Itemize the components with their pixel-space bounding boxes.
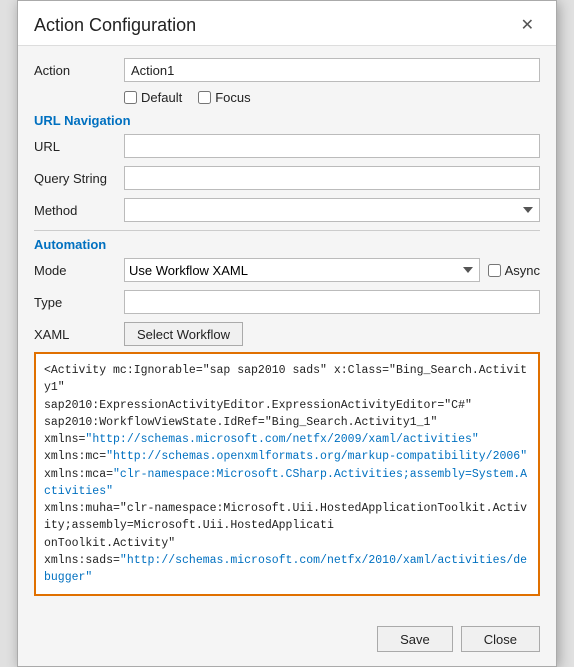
url-row: URL: [34, 134, 540, 158]
title-bar: Action Configuration ✕: [18, 1, 556, 46]
query-string-input[interactable]: [124, 166, 540, 190]
xaml-line4: xmlns="http://schemas.microsoft.com/netf…: [44, 433, 479, 446]
focus-checkbox[interactable]: [198, 91, 211, 104]
default-checkbox-item: Default: [124, 90, 182, 105]
save-button[interactable]: Save: [377, 626, 453, 652]
async-label: Async: [505, 263, 540, 278]
xaml-row: XAML Select Workflow: [34, 322, 540, 346]
dialog-content: Action Default Focus URL Navigation URL …: [18, 46, 556, 618]
xaml-line1: <Activity mc:Ignorable="sap sap2010 sads…: [44, 364, 527, 394]
async-checkbox-item: Async: [488, 263, 540, 278]
action-row: Action: [34, 58, 540, 82]
query-string-label: Query String: [34, 171, 124, 186]
url-navigation-header: URL Navigation: [34, 113, 540, 128]
mode-select-wrap: Use Workflow XAML JavaScript None Async: [124, 258, 540, 282]
xaml-line6: xmlns:mca="clr-namespace:Microsoft.CShar…: [44, 468, 527, 498]
type-input[interactable]: [124, 290, 540, 314]
mode-select[interactable]: Use Workflow XAML JavaScript None: [124, 258, 480, 282]
method-label: Method: [34, 203, 124, 218]
xaml-line8: xmlns:sads="http://schemas.microsoft.com…: [44, 554, 527, 584]
action-configuration-dialog: Action Configuration ✕ Action Default Fo…: [17, 0, 557, 667]
xaml-url-1: "http://schemas.microsoft.com/netfx/2009…: [85, 433, 478, 446]
action-label: Action: [34, 63, 124, 78]
xaml-line2: sap2010:ExpressionActivityEditor.Express…: [44, 399, 472, 412]
mode-row: Mode Use Workflow XAML JavaScript None A…: [34, 258, 540, 282]
query-string-row: Query String: [34, 166, 540, 190]
default-checkbox[interactable]: [124, 91, 137, 104]
xaml-line3: sap2010:WorkflowViewState.IdRef="Bing_Se…: [44, 416, 437, 429]
method-select[interactable]: GET POST: [124, 198, 540, 222]
select-workflow-button[interactable]: Select Workflow: [124, 322, 243, 346]
checkbox-group: Default Focus: [124, 90, 540, 105]
xaml-label: XAML: [34, 327, 124, 342]
default-label: Default: [141, 90, 182, 105]
automation-header: Automation: [34, 237, 540, 252]
type-row: Type: [34, 290, 540, 314]
action-input[interactable]: [124, 58, 540, 82]
xaml-content-box[interactable]: <Activity mc:Ignorable="sap sap2010 sads…: [34, 352, 540, 596]
close-button[interactable]: Close: [461, 626, 540, 652]
xaml-line5: xmlns:mc="http://schemas.openxmlformats.…: [44, 450, 527, 463]
xaml-url-3: "clr-namespace:Microsoft.CSharp.Activiti…: [44, 468, 527, 498]
focus-checkbox-item: Focus: [198, 90, 250, 105]
async-checkbox[interactable]: [488, 264, 501, 277]
url-input[interactable]: [124, 134, 540, 158]
xaml-url-2: "http://schemas.openxmlformats.org/marku…: [106, 450, 527, 463]
divider-1: [34, 230, 540, 231]
xaml-url-4: "http://schemas.microsoft.com/netfx/2010…: [44, 554, 527, 584]
mode-label: Mode: [34, 263, 124, 278]
method-row: Method GET POST: [34, 198, 540, 222]
url-label: URL: [34, 139, 124, 154]
dialog-footer: Save Close: [18, 618, 556, 666]
close-icon-btn[interactable]: ✕: [515, 13, 540, 37]
type-label: Type: [34, 295, 124, 310]
dialog-title: Action Configuration: [34, 15, 196, 36]
focus-label: Focus: [215, 90, 250, 105]
xaml-line7: xmlns:muha="clr-namespace:Microsoft.Uii.…: [44, 502, 527, 550]
